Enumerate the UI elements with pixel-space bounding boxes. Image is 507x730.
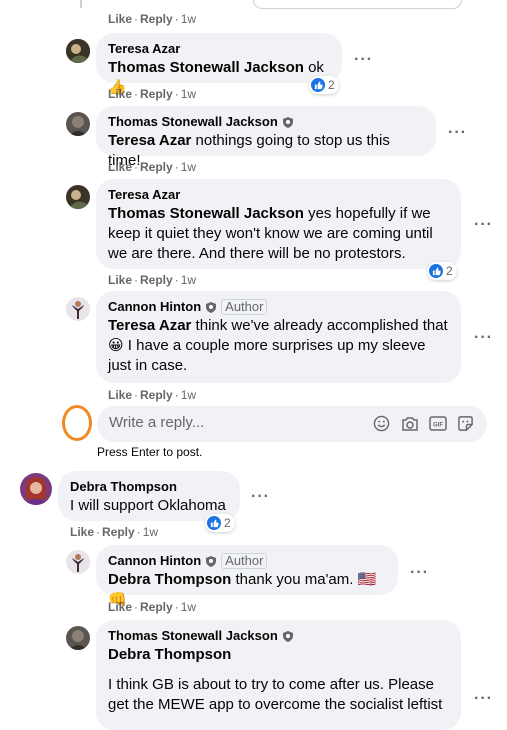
like-link[interactable]: Like xyxy=(70,525,94,539)
more-options-icon[interactable]: ··· xyxy=(474,330,493,346)
like-link[interactable]: Like xyxy=(108,87,132,101)
more-options-icon[interactable]: ··· xyxy=(410,565,429,581)
mention[interactable]: Thomas Stonewall Jackson xyxy=(108,205,304,222)
avatar[interactable] xyxy=(66,626,90,650)
comment-author[interactable]: Teresa Azar xyxy=(108,187,180,203)
mention[interactable]: Teresa Azar xyxy=(108,317,191,334)
verified-shield-icon xyxy=(206,555,217,567)
reply-link[interactable]: Reply xyxy=(140,388,173,402)
like-link[interactable]: Like xyxy=(108,273,132,287)
camera-icon[interactable] xyxy=(401,415,419,433)
comment-author[interactable]: Debra Thompson xyxy=(70,479,177,495)
verified-shield-icon xyxy=(282,630,293,642)
comment-bubble: Teresa Azar Thomas Stonewall Jackson yes… xyxy=(96,179,461,269)
comment-actions: Like · Reply · 1w xyxy=(70,525,159,539)
reply-input[interactable] xyxy=(109,414,329,431)
reply-box: GIF xyxy=(97,406,487,442)
like-link[interactable]: Like xyxy=(108,600,132,614)
timestamp[interactable]: 1w xyxy=(181,12,196,26)
timestamp[interactable]: 1w xyxy=(181,388,196,402)
sticker-icon[interactable] xyxy=(457,415,475,433)
like-reaction-icon xyxy=(207,516,221,530)
reply-link[interactable]: Reply xyxy=(140,12,173,26)
like-link[interactable]: Like xyxy=(108,160,132,174)
comment-bubble: Cannon Hinton Author Debra Thompson than… xyxy=(96,545,398,608)
timestamp[interactable]: 1w xyxy=(181,273,196,287)
avatar[interactable] xyxy=(20,473,52,505)
avatar[interactable] xyxy=(66,112,90,136)
more-options-icon[interactable]: ··· xyxy=(474,217,493,233)
reply-link[interactable]: Reply xyxy=(102,525,135,539)
avatar[interactable] xyxy=(66,297,90,321)
comment-author[interactable]: Thomas Stonewall Jackson xyxy=(108,114,278,130)
like-reaction-icon xyxy=(311,78,325,92)
timestamp[interactable]: 1w xyxy=(181,600,196,614)
mention[interactable]: Teresa Azar xyxy=(108,132,191,149)
like-reaction-icon xyxy=(429,264,443,278)
comment-author[interactable]: Teresa Azar xyxy=(108,41,180,57)
gif-icon[interactable]: GIF xyxy=(429,415,447,433)
emoji-icon[interactable] xyxy=(373,415,391,433)
grin-emoji: 😀 xyxy=(108,337,124,354)
mention[interactable]: Thomas Stonewall Jackson xyxy=(108,59,304,76)
more-options-icon[interactable]: ··· xyxy=(474,691,493,707)
like-link[interactable]: Like xyxy=(108,12,132,26)
more-options-icon[interactable]: ··· xyxy=(251,489,270,505)
more-options-icon[interactable]: ··· xyxy=(354,52,373,68)
svg-text:GIF: GIF xyxy=(433,423,443,429)
author-badge: Author xyxy=(221,553,268,569)
previous-input-edge xyxy=(253,0,462,9)
verified-shield-icon xyxy=(282,116,293,128)
verified-shield-icon xyxy=(206,301,217,313)
comment-actions: Like · Reply · 1w xyxy=(108,273,197,287)
more-options-icon[interactable]: ··· xyxy=(448,125,467,141)
timestamp[interactable]: 1w xyxy=(143,525,158,539)
comment-text: Debra Thompson I think GB is about to try… xyxy=(108,645,449,715)
reply-link[interactable]: Reply xyxy=(140,87,173,101)
post-hint: Press Enter to post. xyxy=(97,445,203,459)
reaction-count[interactable]: 2 xyxy=(205,514,235,532)
comment-bubble: Teresa Azar Thomas Stonewall Jackson ok … xyxy=(96,33,342,96)
user-avatar-placeholder[interactable] xyxy=(62,405,92,441)
comment-text: Teresa Azar think we've already accompli… xyxy=(108,317,448,374)
comment-author[interactable]: Cannon Hinton xyxy=(108,299,201,315)
comment-author[interactable]: Cannon Hinton xyxy=(108,553,201,569)
comment-author[interactable]: Thomas Stonewall Jackson xyxy=(108,628,278,644)
avatar[interactable] xyxy=(66,550,90,574)
comment-actions: Like · Reply · 1w xyxy=(108,160,197,174)
comment-bubble: Thomas Stonewall Jackson Teresa Azar not… xyxy=(96,106,436,169)
reply-link[interactable]: Reply xyxy=(140,273,173,287)
comment-actions: Like · Reply · 1w xyxy=(108,388,197,402)
timestamp[interactable]: 1w xyxy=(181,87,196,101)
comment-text: I will support Oklahoma xyxy=(70,497,226,514)
comment-actions: Like · Reply · 1w xyxy=(108,600,197,614)
mention[interactable]: Debra Thompson xyxy=(108,645,449,665)
thread-line xyxy=(80,0,82,8)
reaction-count[interactable]: 2 xyxy=(427,262,457,280)
comment-text: Thomas Stonewall Jackson yes hopefully i… xyxy=(108,205,433,262)
reaction-count[interactable]: 2 xyxy=(309,76,339,94)
reply-link[interactable]: Reply xyxy=(140,600,173,614)
mention[interactable]: Debra Thompson xyxy=(108,571,231,588)
comment-actions: Like · Reply · 1w xyxy=(108,87,197,101)
avatar[interactable] xyxy=(66,185,90,209)
avatar[interactable] xyxy=(66,39,90,63)
comment-bubble: Cannon Hinton Author Teresa Azar think w… xyxy=(96,291,461,383)
comment-actions: Like · Reply · 1w xyxy=(108,12,197,26)
reply-link[interactable]: Reply xyxy=(140,160,173,174)
author-badge: Author xyxy=(221,299,268,315)
timestamp[interactable]: 1w xyxy=(181,160,196,174)
like-link[interactable]: Like xyxy=(108,388,132,402)
